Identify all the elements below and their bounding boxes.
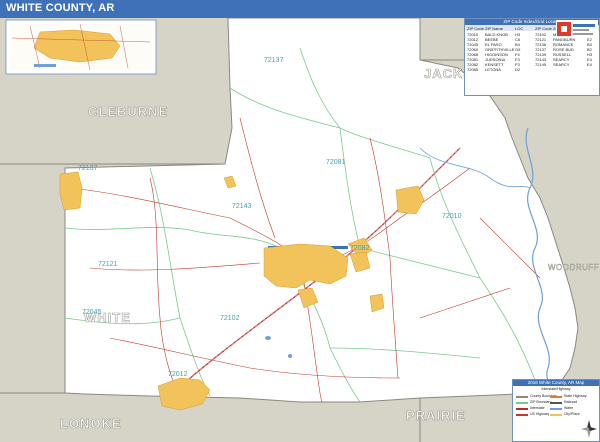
urban-rose-bud [59, 171, 83, 211]
col-header: ZIP Name [485, 25, 503, 31]
urban-searcy [263, 243, 349, 289]
legend-label: Railroad [564, 400, 578, 404]
zip-label: 72137 [264, 57, 284, 64]
zip-table-cell: D2 [515, 67, 521, 72]
zip-table-cell: LETONA [485, 67, 501, 72]
zip-label: 72081 [326, 159, 346, 166]
zip-label: 72137 [78, 165, 98, 172]
title-bar: WHITE COUNTY, AR [0, 0, 600, 18]
legend-label: City/Place [564, 412, 580, 416]
zip-label: 72143 [232, 203, 252, 210]
legend-swatch [516, 407, 528, 410]
county-label-lonoke: LONOKE [60, 416, 122, 431]
legend-swatch [516, 395, 528, 398]
legend-label: US Highway [530, 412, 550, 416]
legend-subheading: Interstate/Highway [541, 387, 571, 391]
inset-map [5, 19, 157, 75]
legend-swatch [550, 407, 562, 410]
legend-label: ZIP Boundary [530, 400, 552, 404]
map-legend: 2016 White County, AR Map Interstate/Hig… [512, 379, 600, 442]
legend-swatch [550, 401, 562, 404]
publisher-logo [556, 20, 598, 38]
map-title: WHITE COUNTY, AR [6, 2, 115, 14]
pond [265, 336, 271, 340]
zip-label: 72010 [442, 213, 462, 220]
zip-label: 72045 [82, 309, 102, 316]
county-label-prairie: PRAIRIE [406, 408, 466, 423]
zip-label: 72012 [168, 371, 188, 378]
legend-swatch [516, 401, 528, 404]
col-header: ZIP Code [467, 25, 484, 31]
col-header: LOC [515, 25, 524, 31]
legend-heading: 2016 White County, AR Map [513, 380, 599, 386]
legend-swatch [550, 395, 562, 398]
county-label-cleburne: CLEBURNE [88, 104, 168, 119]
legend-swatch [516, 413, 528, 416]
legend-label: Water [564, 406, 574, 410]
zip-label: 72102 [220, 315, 240, 322]
county-label-woodruff: WOODRUFF [548, 263, 599, 272]
compass-rose-icon [581, 420, 597, 438]
pond [288, 354, 292, 358]
col-header: ZIP Code [535, 25, 552, 31]
zip-table-cell: 72085 [467, 67, 479, 72]
legend-label: Interstate [530, 406, 545, 410]
zip-label: 72082 [350, 245, 370, 252]
legend-swatch [550, 413, 562, 416]
zip-label: 72121 [98, 261, 118, 268]
legend-label: State Highway [564, 394, 587, 398]
zip-table-row: 72085 LETONA D2 [465, 67, 599, 72]
